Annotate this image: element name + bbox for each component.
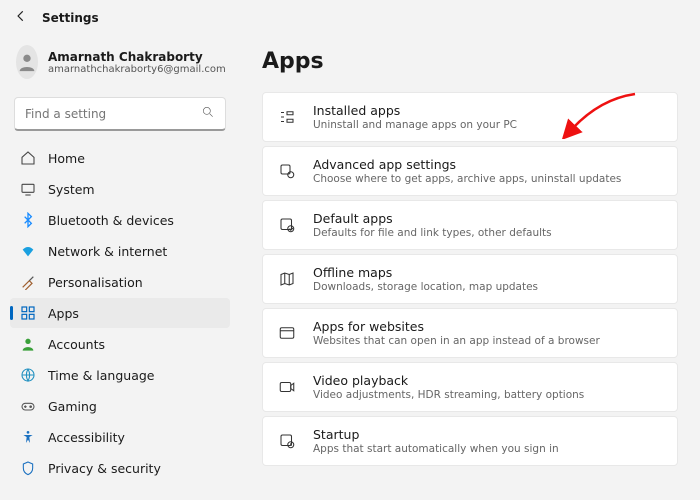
sidebar-item-label: Home xyxy=(48,151,85,166)
card-advanced-app-settings[interactable]: Advanced app settingsChoose where to get… xyxy=(262,146,678,196)
back-button[interactable] xyxy=(14,8,28,27)
wifi-icon xyxy=(20,243,36,259)
sidebar-item-personalisation[interactable]: Personalisation xyxy=(10,267,230,297)
card-video-playback[interactable]: Video playbackVideo adjustments, HDR str… xyxy=(262,362,678,412)
sidebar-item-gaming[interactable]: Gaming xyxy=(10,391,230,421)
sidebar-item-accessibility[interactable]: Accessibility xyxy=(10,422,230,452)
card-title: Default apps xyxy=(313,211,552,226)
card-apps-for-websites[interactable]: Apps for websitesWebsites that can open … xyxy=(262,308,678,358)
sidebar-item-label: Personalisation xyxy=(48,275,143,290)
card-desc: Defaults for file and link types, other … xyxy=(313,227,552,239)
sidebar-item-label: Privacy & security xyxy=(48,461,161,476)
sidebar-item-privacy[interactable]: Privacy & security xyxy=(10,453,230,483)
sidebar-item-label: Bluetooth & devices xyxy=(48,213,174,228)
apps-websites-icon xyxy=(277,323,297,343)
card-title: Startup xyxy=(313,427,559,442)
card-title: Video playback xyxy=(313,373,584,388)
card-desc: Websites that can open in an app instead… xyxy=(313,335,600,347)
card-title: Apps for websites xyxy=(313,319,600,334)
sidebar-item-home[interactable]: Home xyxy=(10,143,230,173)
search-icon xyxy=(201,104,215,123)
sidebar-item-label: Accounts xyxy=(48,337,105,352)
nav: Home System Bluetooth & devices Network … xyxy=(10,143,230,483)
apps-icon xyxy=(20,305,36,321)
installed-apps-icon xyxy=(277,107,297,127)
paintbrush-icon xyxy=(20,274,36,290)
home-icon xyxy=(20,150,36,166)
sidebar-item-label: Gaming xyxy=(48,399,97,414)
sidebar-item-system[interactable]: System xyxy=(10,174,230,204)
avatar xyxy=(16,45,38,79)
video-icon xyxy=(277,377,297,397)
card-title: Advanced app settings xyxy=(313,157,621,172)
card-offline-maps[interactable]: Offline mapsDownloads, storage location,… xyxy=(262,254,678,304)
card-title: Installed apps xyxy=(313,103,517,118)
card-desc: Choose where to get apps, archive apps, … xyxy=(313,173,621,185)
bluetooth-icon xyxy=(20,212,36,228)
main-content: Apps Installed appsUninstall and manage … xyxy=(240,35,700,500)
card-desc: Uninstall and manage apps on your PC xyxy=(313,119,517,131)
cards-list: Installed appsUninstall and manage apps … xyxy=(262,92,678,466)
sidebar-item-bluetooth[interactable]: Bluetooth & devices xyxy=(10,205,230,235)
card-desc: Video adjustments, HDR streaming, batter… xyxy=(313,389,584,401)
titlebar: Settings xyxy=(0,0,700,35)
system-icon xyxy=(20,181,36,197)
sidebar-item-label: Network & internet xyxy=(48,244,167,259)
gaming-icon xyxy=(20,398,36,414)
page-title: Apps xyxy=(262,49,678,74)
sidebar: Amarnath Chakraborty amarnathchakraborty… xyxy=(0,35,240,500)
shield-icon xyxy=(20,460,36,476)
card-desc: Apps that start automatically when you s… xyxy=(313,443,559,455)
sidebar-item-label: Accessibility xyxy=(48,430,125,445)
window-title: Settings xyxy=(42,11,99,25)
user-email: amarnathchakraborty6@gmail.com xyxy=(48,64,226,75)
card-default-apps[interactable]: Default appsDefaults for file and link t… xyxy=(262,200,678,250)
startup-icon xyxy=(277,431,297,451)
card-startup[interactable]: StartupApps that start automatically whe… xyxy=(262,416,678,466)
sidebar-item-network[interactable]: Network & internet xyxy=(10,236,230,266)
map-icon xyxy=(277,269,297,289)
advanced-settings-icon xyxy=(277,161,297,181)
sidebar-item-time-language[interactable]: Time & language xyxy=(10,360,230,390)
default-apps-icon xyxy=(277,215,297,235)
sidebar-item-apps[interactable]: Apps xyxy=(10,298,230,328)
card-installed-apps[interactable]: Installed appsUninstall and manage apps … xyxy=(262,92,678,142)
sidebar-item-accounts[interactable]: Accounts xyxy=(10,329,230,359)
card-desc: Downloads, storage location, map updates xyxy=(313,281,538,293)
user-account[interactable]: Amarnath Chakraborty amarnathchakraborty… xyxy=(10,39,230,93)
sidebar-item-label: Apps xyxy=(48,306,79,321)
user-name: Amarnath Chakraborty xyxy=(48,50,226,64)
globe-icon xyxy=(20,367,36,383)
sidebar-item-label: System xyxy=(48,182,95,197)
card-title: Offline maps xyxy=(313,265,538,280)
accounts-icon xyxy=(20,336,36,352)
search-box[interactable] xyxy=(14,97,226,131)
search-input[interactable] xyxy=(25,107,201,121)
sidebar-item-label: Time & language xyxy=(48,368,154,383)
accessibility-icon xyxy=(20,429,36,445)
